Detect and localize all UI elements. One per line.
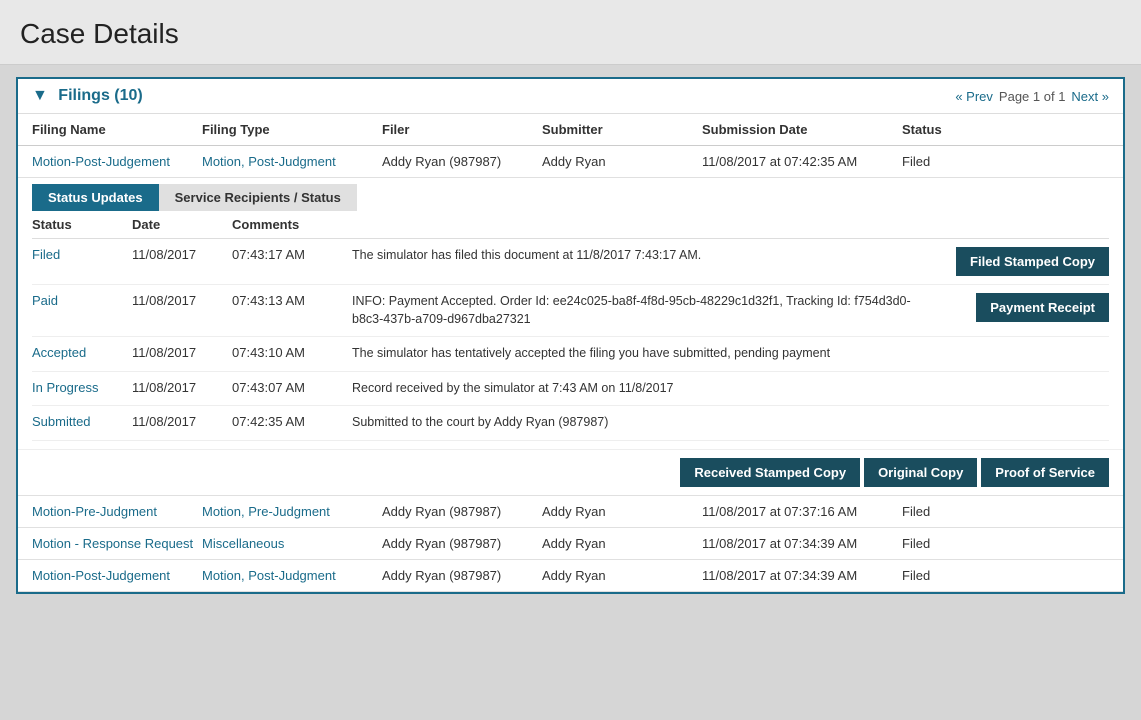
filing-expanded-content: Status Updates Service Recipients / Stat… <box>18 177 1123 495</box>
tabs-row: Status Updates Service Recipients / Stat… <box>18 178 1123 211</box>
submission-date-4: 11/08/2017 at 07:34:39 AM <box>702 568 902 583</box>
col-submitter: Submitter <box>542 122 702 137</box>
collapse-arrow[interactable]: ▼ <box>32 87 48 104</box>
filing-row-3-main: Motion - Response Request Miscellaneous … <box>18 528 1123 559</box>
submitter-2: Addy Ryan <box>542 504 702 519</box>
col-time-hdr: Comments <box>232 217 352 232</box>
col-status-hdr: Status <box>32 217 132 232</box>
col-action-hdr <box>929 217 1109 232</box>
tab-service-recipients[interactable]: Service Recipients / Status <box>159 184 357 211</box>
status-date-filed: 11/08/2017 <box>132 247 232 262</box>
status-date-accepted: 11/08/2017 <box>132 345 232 360</box>
status-comment-accepted: The simulator has tentatively accepted t… <box>352 345 929 363</box>
filing-row-2: Motion-Pre-Judgment Motion, Pre-Judgment… <box>18 496 1123 528</box>
filings-panel: ▼ Filings (10) « Prev Page 1 of 1 Next »… <box>16 77 1125 594</box>
next-button[interactable]: Next » <box>1071 89 1109 104</box>
pagination: « Prev Page 1 of 1 Next » <box>955 89 1109 104</box>
filing-type-3: Miscellaneous <box>202 536 382 551</box>
page-info: Page 1 of 1 <box>999 89 1066 104</box>
filing-type-4: Motion, Post-Judgment <box>202 568 382 583</box>
status-value-submitted: Submitted <box>32 414 132 429</box>
status-value-filed: Filed <box>32 247 132 262</box>
submission-date-2: 11/08/2017 at 07:37:16 AM <box>702 504 902 519</box>
status-table: Status Date Comments Filed 11/08/2017 07… <box>32 211 1109 441</box>
filing-row-expanded: Motion-Post-Judgement Motion, Post-Judgm… <box>18 146 1123 496</box>
filing-name-link[interactable]: Motion-Post-Judgement <box>32 154 202 169</box>
status-2: Filed <box>902 504 1002 519</box>
status-row-submitted: Submitted 11/08/2017 07:42:35 AM Submitt… <box>32 406 1109 441</box>
content-area: ▼ Filings (10) « Prev Page 1 of 1 Next »… <box>0 65 1141 606</box>
filer-name: Addy Ryan (987987) <box>382 154 542 169</box>
submitter-name: Addy Ryan <box>542 154 702 169</box>
submitter-3: Addy Ryan <box>542 536 702 551</box>
status-time-paid: 07:43:13 AM <box>232 293 352 308</box>
status-comment-filed: The simulator has filed this document at… <box>352 247 929 265</box>
col-submission-date: Submission Date <box>702 122 902 137</box>
status-date-submitted: 11/08/2017 <box>132 414 232 429</box>
filing-type-2: Motion, Pre-Judgment <box>202 504 382 519</box>
status-row-paid: Paid 11/08/2017 07:43:13 AM INFO: Paymen… <box>32 285 1109 337</box>
status-3: Filed <box>902 536 1002 551</box>
status-table-headers: Status Date Comments <box>32 211 1109 239</box>
filing-row-4-main: Motion-Post-Judgement Motion, Post-Judgm… <box>18 560 1123 591</box>
col-comment-hdr <box>352 217 929 232</box>
received-stamped-copy-button[interactable]: Received Stamped Copy <box>680 458 860 487</box>
status-time-submitted: 07:42:35 AM <box>232 414 352 429</box>
filing-type: Motion, Post-Judgment <box>202 154 382 169</box>
status-value-inprogress: In Progress <box>32 380 132 395</box>
filing-name-4[interactable]: Motion-Post-Judgement <box>32 568 202 583</box>
filings-count-label: Filings (10) <box>58 87 142 104</box>
payment-receipt-button[interactable]: Payment Receipt <box>976 293 1109 322</box>
filing-row-3: Motion - Response Request Miscellaneous … <box>18 528 1123 560</box>
status-comment-inprogress: Record received by the simulator at 7:43… <box>352 380 929 398</box>
status-row-accepted: Accepted 11/08/2017 07:43:10 AM The simu… <box>32 337 1109 372</box>
col-status: Status <box>902 122 1002 137</box>
filing-name-2[interactable]: Motion-Pre-Judgment <box>32 504 202 519</box>
filing-status: Filed <box>902 154 1002 169</box>
filings-header: ▼ Filings (10) « Prev Page 1 of 1 Next » <box>18 79 1123 114</box>
status-date-inprogress: 11/08/2017 <box>132 380 232 395</box>
col-date-hdr: Date <box>132 217 232 232</box>
status-comment-paid: INFO: Payment Accepted. Order Id: ee24c0… <box>352 293 929 328</box>
col-filer: Filer <box>382 122 542 137</box>
status-date-paid: 11/08/2017 <box>132 293 232 308</box>
col-filing-type: Filing Type <box>202 122 382 137</box>
status-time-inprogress: 07:43:07 AM <box>232 380 352 395</box>
proof-of-service-button[interactable]: Proof of Service <box>981 458 1109 487</box>
filing-name-3[interactable]: Motion - Response Request <box>32 536 202 551</box>
prev-button[interactable]: « Prev <box>955 89 993 104</box>
original-copy-button[interactable]: Original Copy <box>864 458 977 487</box>
filer-4: Addy Ryan (987987) <box>382 568 542 583</box>
table-column-headers: Filing Name Filing Type Filer Submitter … <box>18 114 1123 146</box>
submission-date: 11/08/2017 at 07:42:35 AM <box>702 154 902 169</box>
page-title: Case Details <box>0 0 1141 65</box>
filer-3: Addy Ryan (987987) <box>382 536 542 551</box>
submitter-4: Addy Ryan <box>542 568 702 583</box>
status-4: Filed <box>902 568 1002 583</box>
status-time-accepted: 07:43:10 AM <box>232 345 352 360</box>
tab-status-updates[interactable]: Status Updates <box>32 184 159 211</box>
filer-2: Addy Ryan (987987) <box>382 504 542 519</box>
filing-row-4: Motion-Post-Judgement Motion, Post-Judgm… <box>18 560 1123 592</box>
status-comment-submitted: Submitted to the court by Addy Ryan (987… <box>352 414 929 432</box>
status-value-paid: Paid <box>32 293 132 308</box>
bottom-actions: Received Stamped Copy Original Copy Proo… <box>18 449 1123 495</box>
col-filing-name: Filing Name <box>32 122 202 137</box>
submission-date-3: 11/08/2017 at 07:34:39 AM <box>702 536 902 551</box>
action-cell-filed: Filed Stamped Copy <box>929 247 1109 276</box>
status-time-filed: 07:43:17 AM <box>232 247 352 262</box>
status-value-accepted: Accepted <box>32 345 132 360</box>
status-row-filed: Filed 11/08/2017 07:43:17 AM The simulat… <box>32 239 1109 285</box>
filing-row-main: Motion-Post-Judgement Motion, Post-Judgm… <box>18 146 1123 177</box>
filed-stamped-copy-button[interactable]: Filed Stamped Copy <box>956 247 1109 276</box>
status-row-inprogress: In Progress 11/08/2017 07:43:07 AM Recor… <box>32 372 1109 407</box>
filings-title: ▼ Filings (10) <box>32 87 143 105</box>
action-cell-paid: Payment Receipt <box>929 293 1109 322</box>
filing-row-2-main: Motion-Pre-Judgment Motion, Pre-Judgment… <box>18 496 1123 527</box>
